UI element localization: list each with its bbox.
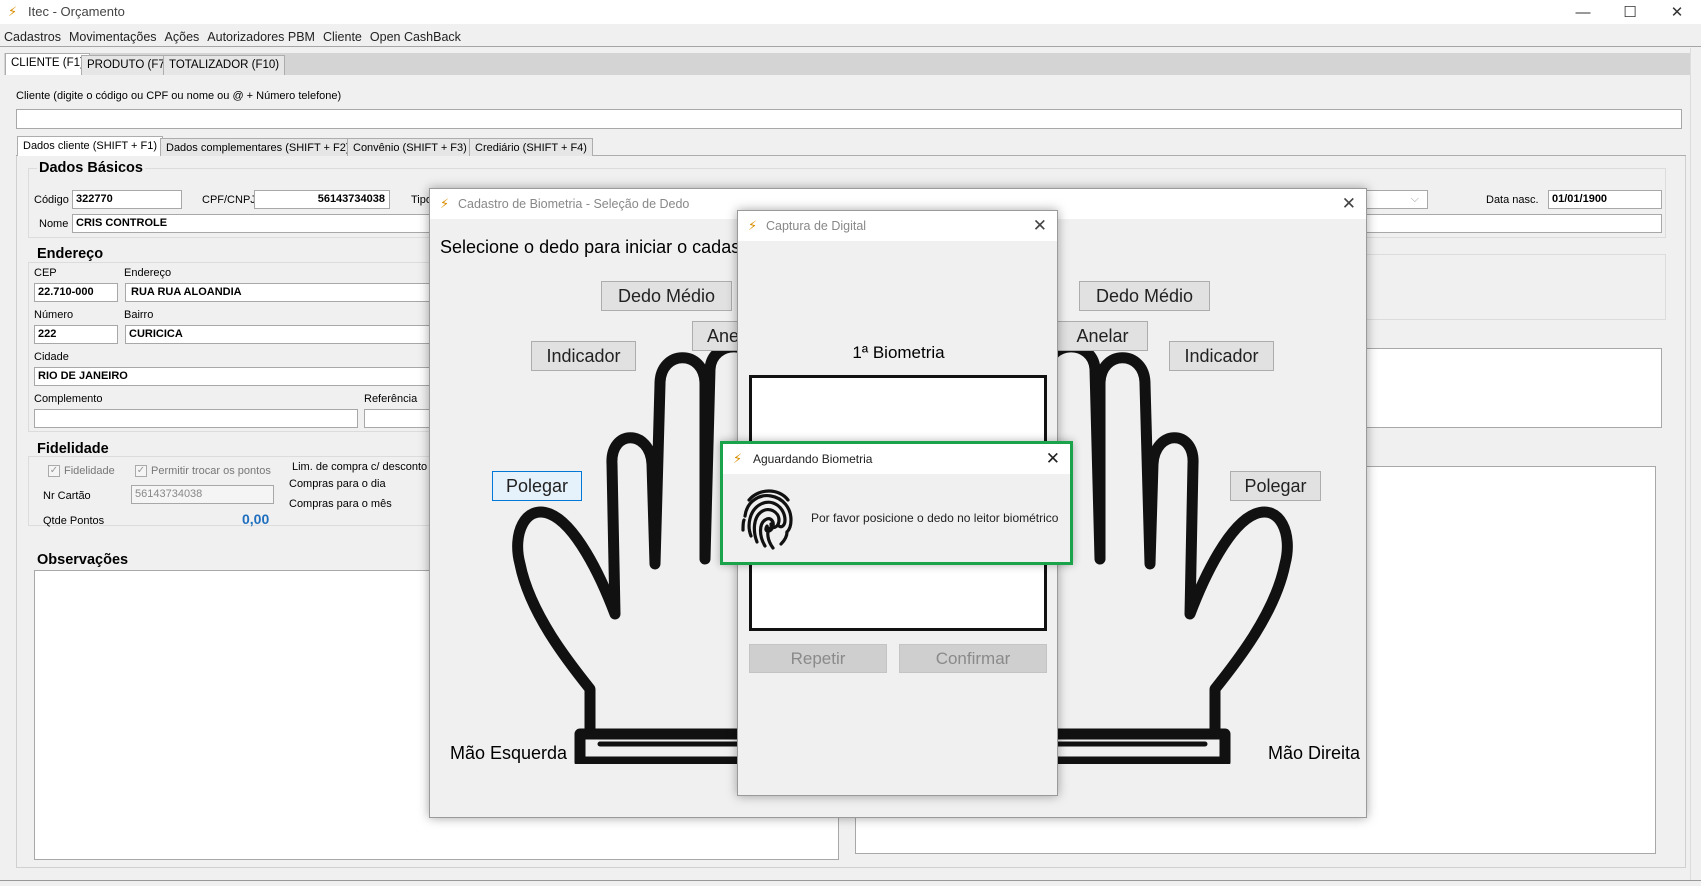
right-hand-label: Mão Direita: [1268, 743, 1361, 763]
codigo-label: Código: [34, 194, 69, 206]
left-dedo-medio-button[interactable]: Dedo Médio: [601, 281, 732, 311]
cep-field[interactable]: 22.710-000: [34, 283, 118, 302]
nr-cartao-label: Nr Cartão: [43, 490, 91, 502]
right-dedo-medio-button[interactable]: Dedo Médio: [1079, 281, 1210, 311]
trocar-pontos-checkbox[interactable]: ✓: [135, 465, 147, 477]
app-logo-icon: ⚡: [440, 196, 450, 211]
lim-compra-label: Lim. de compra c/ desconto: [292, 461, 428, 473]
nome-label: Nome: [39, 218, 69, 230]
aguardando-dialog-titlebar: ⚡ Aguardando Biometria ✕: [723, 444, 1070, 474]
menu-cadastros[interactable]: Cadastros: [0, 26, 65, 48]
tab-convenio[interactable]: Convênio (SHIFT + F3): [347, 138, 473, 156]
app-logo-icon: ⚡: [748, 218, 758, 233]
close-icon[interactable]: ✕: [1654, 0, 1700, 24]
right-anelar-button[interactable]: Anelar: [1057, 321, 1148, 351]
cep-label: CEP: [34, 267, 57, 279]
endereco-field[interactable]: RUA RUA ALOANDIA: [125, 283, 435, 302]
window-title: Itec - Orçamento: [28, 4, 125, 19]
aguardando-dialog: ⚡ Aguardando Biometria ✕ Por favor posic…: [720, 441, 1073, 565]
menu-autorizadores-pbm[interactable]: Autorizadores PBM: [203, 26, 319, 48]
cpf-label: CPF/CNPJ: [202, 194, 256, 206]
vertical-scrollbar[interactable]: [1690, 48, 1701, 880]
aguardando-dialog-title: Aguardando Biometria: [753, 452, 873, 466]
bairro-label: Bairro: [124, 309, 154, 321]
tab-dados-complementares[interactable]: Dados complementares (SHIFT + F2): [160, 138, 356, 156]
right-group-1: [1363, 254, 1666, 320]
compras-mes-label: Compras para o mês: [289, 498, 392, 510]
fidelidade-title: Fidelidade: [37, 441, 109, 457]
chevron-down-icon: ⌵: [1410, 193, 1419, 205]
menu-cliente[interactable]: Cliente: [319, 26, 366, 48]
qtde-pontos-label: Qtde Pontos: [43, 515, 105, 527]
fingerprint-icon: [741, 489, 793, 550]
captura-dialog-title: Captura de Digital: [766, 219, 867, 233]
cidade-label: Cidade: [34, 351, 69, 363]
menu-movimentacoes[interactable]: Movimentações: [65, 26, 161, 48]
complemento-field[interactable]: [34, 409, 358, 428]
left-anelar-button[interactable]: Ane: [692, 321, 742, 351]
complemento-label: Complemento: [34, 393, 103, 405]
left-indicador-button[interactable]: Indicador: [531, 341, 636, 371]
close-icon[interactable]: ✕: [1033, 216, 1047, 236]
nome-field-ext[interactable]: [1360, 214, 1662, 233]
cpf-field[interactable]: 56143734038: [254, 190, 390, 209]
app-logo-icon: ⚡: [8, 4, 18, 19]
minimize-icon[interactable]: —: [1560, 0, 1606, 24]
close-icon[interactable]: ✕: [1342, 194, 1356, 214]
codigo-field[interactable]: 322770: [72, 190, 182, 209]
left-polegar-button[interactable]: Polegar: [492, 471, 582, 501]
right-textarea-1[interactable]: [1363, 348, 1662, 428]
menu-open-cashback[interactable]: Open CashBack: [366, 26, 465, 48]
client-search-label: Cliente (digite o código ou CPF ou nome …: [16, 90, 342, 102]
compras-dia-label: Compras para o dia: [289, 478, 386, 490]
client-search-input[interactable]: [16, 109, 1682, 129]
tab-produto[interactable]: PRODUTO (F7): [81, 55, 175, 75]
referencia-label: Referência: [364, 393, 418, 405]
tab-cliente[interactable]: CLIENTE (F1): [5, 53, 90, 75]
dados-basicos-title: Dados Básicos: [37, 160, 145, 176]
captura-dialog-titlebar: ⚡ Captura de Digital ✕: [738, 211, 1057, 241]
endereco-title: Endereço: [37, 246, 104, 262]
bottom-divider: [0, 880, 1701, 881]
left-hand-label: Mão Esquerda: [450, 743, 568, 763]
bairro-field[interactable]: CURICICA: [125, 325, 435, 344]
fidelidade-check-label: Fidelidade: [64, 465, 115, 477]
captura-heading: 1ª Biometria: [852, 343, 945, 362]
observacoes-title: Observações: [37, 552, 129, 568]
divider: [0, 46, 1701, 47]
close-icon[interactable]: ✕: [1046, 449, 1060, 469]
confirmar-button[interactable]: Confirmar: [899, 644, 1047, 673]
referencia-field[interactable]: [364, 409, 435, 428]
window-title-bar: ⚡ Itec - Orçamento — ☐ ✕: [0, 0, 1701, 24]
tab-totalizador[interactable]: TOTALIZADOR (F10): [163, 55, 286, 75]
numero-label: Número: [34, 309, 74, 321]
aguardando-message: Por favor posicione o dedo no leitor bio…: [811, 511, 1059, 525]
right-indicador-button[interactable]: Indicador: [1169, 341, 1274, 371]
fidelidade-checkbox[interactable]: ✓: [48, 465, 60, 477]
tipo-select[interactable]: ⌵: [1360, 190, 1428, 209]
data-nasc-field[interactable]: 01/01/1900: [1548, 190, 1662, 209]
nome-field[interactable]: CRIS CONTROLE: [72, 214, 432, 233]
menu-bar: Cadastros Movimentações Ações Autorizado…: [0, 26, 465, 48]
maximize-icon[interactable]: ☐: [1607, 0, 1653, 24]
nr-cartao-field[interactable]: 56143734038: [131, 485, 274, 504]
tab-crediario[interactable]: Crediário (SHIFT + F4): [469, 138, 593, 156]
trocar-pontos-label: Permitir trocar os pontos: [151, 465, 271, 477]
menu-acoes[interactable]: Ações: [161, 26, 204, 48]
qtde-pontos-value: 0,00: [242, 511, 270, 527]
numero-field[interactable]: 222: [34, 325, 118, 344]
app-logo-icon: ⚡: [733, 451, 743, 466]
tab-dados-cliente[interactable]: Dados cliente (SHIFT + F1): [17, 136, 163, 156]
data-nasc-label: Data nasc.: [1486, 194, 1539, 206]
biometria-instruction: Selecione o dedo para iniciar o cadast: [440, 237, 746, 257]
right-polegar-button[interactable]: Polegar: [1230, 471, 1321, 501]
endereco-label: Endereço: [124, 267, 172, 279]
biometria-dialog-title: Cadastro de Biometria - Seleção de Dedo: [458, 197, 690, 211]
repetir-button[interactable]: Repetir: [749, 644, 887, 673]
cidade-field[interactable]: RIO DE JANEIRO: [34, 367, 435, 386]
